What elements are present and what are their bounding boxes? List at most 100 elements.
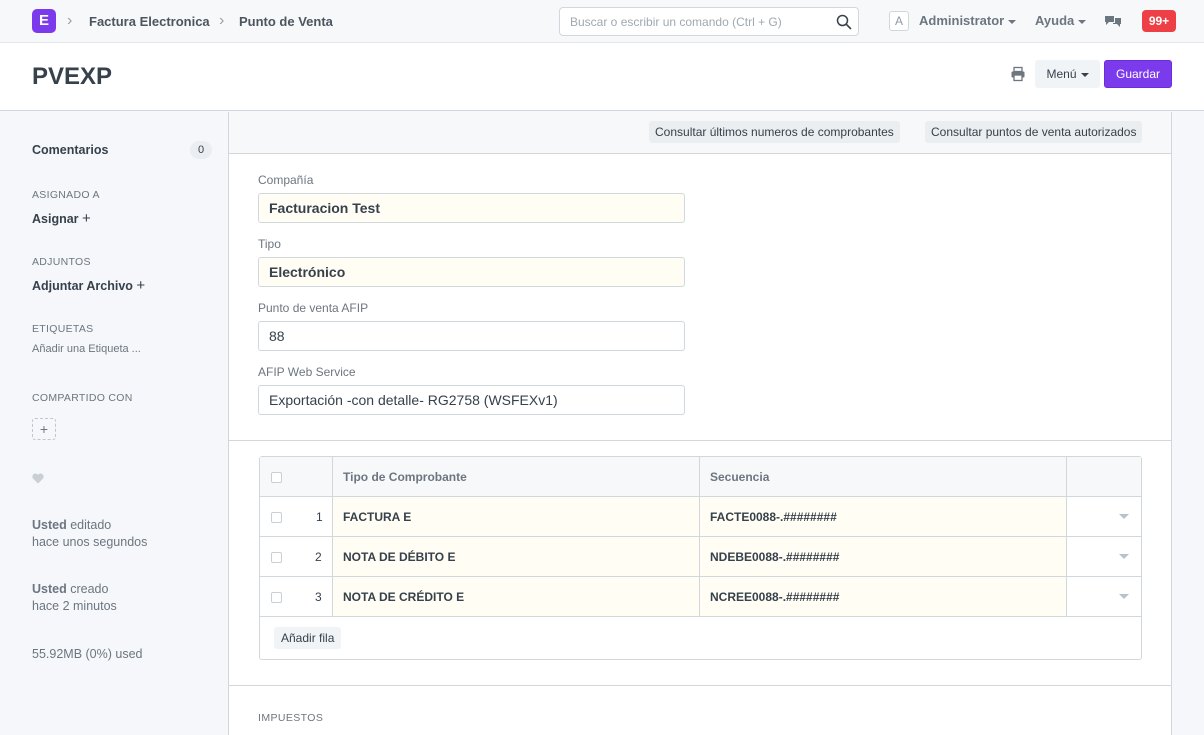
help-menu-label: Ayuda: [1035, 13, 1075, 28]
created-time: hace 2 minutos: [32, 599, 117, 613]
column-divider: [332, 497, 333, 537]
plus-icon: +: [82, 210, 91, 227]
grid-header-row: Tipo de Comprobante Secuencia: [260, 457, 1141, 497]
comments-link[interactable]: Comentarios: [32, 143, 108, 157]
add-tag-link[interactable]: Añadir una Etiqueta ...: [32, 341, 141, 358]
type-field[interactable]: Electrónico: [258, 257, 685, 287]
column-divider: [1066, 497, 1067, 537]
section-divider: [229, 685, 1171, 686]
column-divider: [699, 537, 700, 577]
secuencia-cell[interactable]: NDEBE0088-.########: [710, 537, 839, 577]
pos-label: Punto de venta AFIP: [258, 301, 369, 315]
table-row[interactable]: 3 NOTA DE CRÉDITO E NCREE0088-.########: [260, 577, 1141, 617]
created-action: creado: [66, 582, 109, 596]
form-sidebar: Comentarios 0 ASIGNADO A Asignar + ADJUN…: [0, 112, 228, 735]
search-input[interactable]: Buscar o escribir un comando (Ctrl + G): [559, 7, 859, 36]
add-row-button[interactable]: Añadir fila: [274, 627, 342, 649]
breadcrumb-punto-de-venta[interactable]: Punto de Venta: [239, 14, 333, 29]
column-divider: [332, 457, 333, 497]
select-all-checkbox[interactable]: [271, 472, 282, 483]
created-user[interactable]: Usted: [32, 582, 67, 596]
section-divider: [229, 440, 1171, 441]
column-divider: [1066, 577, 1067, 617]
app-logo[interactable]: E: [32, 9, 56, 33]
assign-button[interactable]: Asignar +: [32, 210, 91, 227]
column-divider: [332, 577, 333, 617]
tipo-cell[interactable]: NOTA DE CRÉDITO E: [343, 577, 464, 617]
page-head: PVEXP Menú Guardar: [0, 43, 1204, 111]
add-share-button[interactable]: +: [32, 418, 56, 440]
caret-down-icon: [1078, 19, 1087, 24]
print-icon[interactable]: [1010, 66, 1026, 82]
edited-user[interactable]: Usted: [32, 518, 67, 532]
table-row[interactable]: 1 FACTURA E FACTE0088-.########: [260, 497, 1141, 537]
row-checkbox[interactable]: [271, 592, 282, 603]
caret-down-icon: [1080, 72, 1089, 77]
assigned-label: ASIGNADO A: [32, 189, 100, 201]
pos-field[interactable]: 88: [258, 321, 685, 351]
row-dropdown-icon[interactable]: [1119, 514, 1129, 519]
column-divider: [699, 577, 700, 617]
created-info: Usted creado hace 2 minutos: [32, 581, 117, 615]
menu-button[interactable]: Menú: [1035, 60, 1100, 88]
tipo-cell[interactable]: FACTURA E: [343, 497, 411, 537]
edited-time: hace unos segundos: [32, 535, 148, 549]
column-divider: [332, 537, 333, 577]
edited-info: Usted editado hace unos segundos: [32, 517, 147, 551]
company-field[interactable]: Facturacion Test: [258, 193, 685, 223]
user-avatar[interactable]: A: [889, 11, 909, 31]
table-row[interactable]: 2 NOTA DE DÉBITO E NDEBE0088-.########: [260, 537, 1141, 577]
navbar: E › Factura Electronica › Punto de Venta…: [0, 0, 1204, 43]
tags-label: ETIQUETAS: [32, 323, 94, 335]
row-index: 3: [315, 590, 322, 604]
row-dropdown-icon[interactable]: [1119, 554, 1129, 559]
form-layout: Consultar últimos numeros de comprobante…: [228, 112, 1172, 735]
heart-icon[interactable]: [32, 473, 44, 484]
save-button[interactable]: Guardar: [1104, 60, 1172, 88]
user-menu[interactable]: Administrator: [919, 13, 1017, 28]
type-label: Tipo: [258, 237, 281, 251]
column-divider: [1066, 537, 1067, 577]
attach-file-button[interactable]: Adjuntar Archivo +: [32, 277, 145, 294]
edited-action: editado: [66, 518, 112, 532]
secuencia-cell[interactable]: NCREE0088-.########: [710, 577, 839, 617]
company-label: Compañía: [258, 173, 314, 187]
column-header-secuencia[interactable]: Secuencia: [710, 457, 769, 497]
row-index: 2: [315, 550, 322, 564]
row-checkbox[interactable]: [271, 512, 282, 523]
user-menu-label: Administrator: [919, 13, 1005, 28]
notifications-badge[interactable]: 99+: [1142, 10, 1176, 32]
web-service-label: AFIP Web Service: [258, 365, 356, 379]
row-checkbox[interactable]: [271, 552, 282, 563]
chevron-right-icon: ›: [67, 12, 73, 29]
help-menu[interactable]: Ayuda: [1035, 13, 1087, 28]
comprobantes-grid: Tipo de Comprobante Secuencia 1 FACTURA …: [259, 456, 1142, 660]
row-index: 1: [316, 510, 323, 524]
menu-button-label: Menú: [1046, 67, 1077, 81]
authorized-pos-button[interactable]: Consultar puntos de venta autorizados: [925, 121, 1143, 143]
breadcrumb-factura-electronica[interactable]: Factura Electronica: [89, 14, 210, 29]
last-numbers-button[interactable]: Consultar últimos numeros de comprobante…: [649, 121, 900, 143]
plus-icon: +: [136, 277, 146, 294]
chat-icon[interactable]: [1104, 12, 1122, 30]
taxes-section-heading[interactable]: IMPUESTOS: [258, 712, 323, 724]
search-icon[interactable]: [836, 14, 852, 30]
attachments-label: ADJUNTOS: [32, 256, 91, 268]
assign-button-label: Asignar: [32, 212, 79, 226]
column-divider: [699, 457, 700, 497]
web-service-field[interactable]: Exportación -con detalle- RG2758 (WSFEXv…: [258, 385, 685, 415]
attach-file-label: Adjuntar Archivo: [32, 279, 133, 293]
column-header-tipo[interactable]: Tipo de Comprobante: [343, 457, 467, 497]
shared-label: COMPARTIDO CON: [32, 392, 133, 404]
tipo-cell[interactable]: NOTA DE DÉBITO E: [343, 537, 455, 577]
form-toolbar: Consultar últimos numeros de comprobante…: [229, 112, 1171, 154]
chevron-right-icon: ›: [219, 12, 225, 29]
storage-usage: 55.92MB (0%) used: [32, 647, 143, 661]
comments-count: 0: [190, 141, 212, 159]
plus-icon: +: [39, 421, 49, 437]
page-title: PVEXP: [32, 63, 113, 90]
caret-down-icon: [1008, 19, 1017, 24]
row-dropdown-icon[interactable]: [1119, 594, 1129, 599]
secuencia-cell[interactable]: FACTE0088-.########: [710, 497, 837, 537]
column-divider: [699, 497, 700, 537]
